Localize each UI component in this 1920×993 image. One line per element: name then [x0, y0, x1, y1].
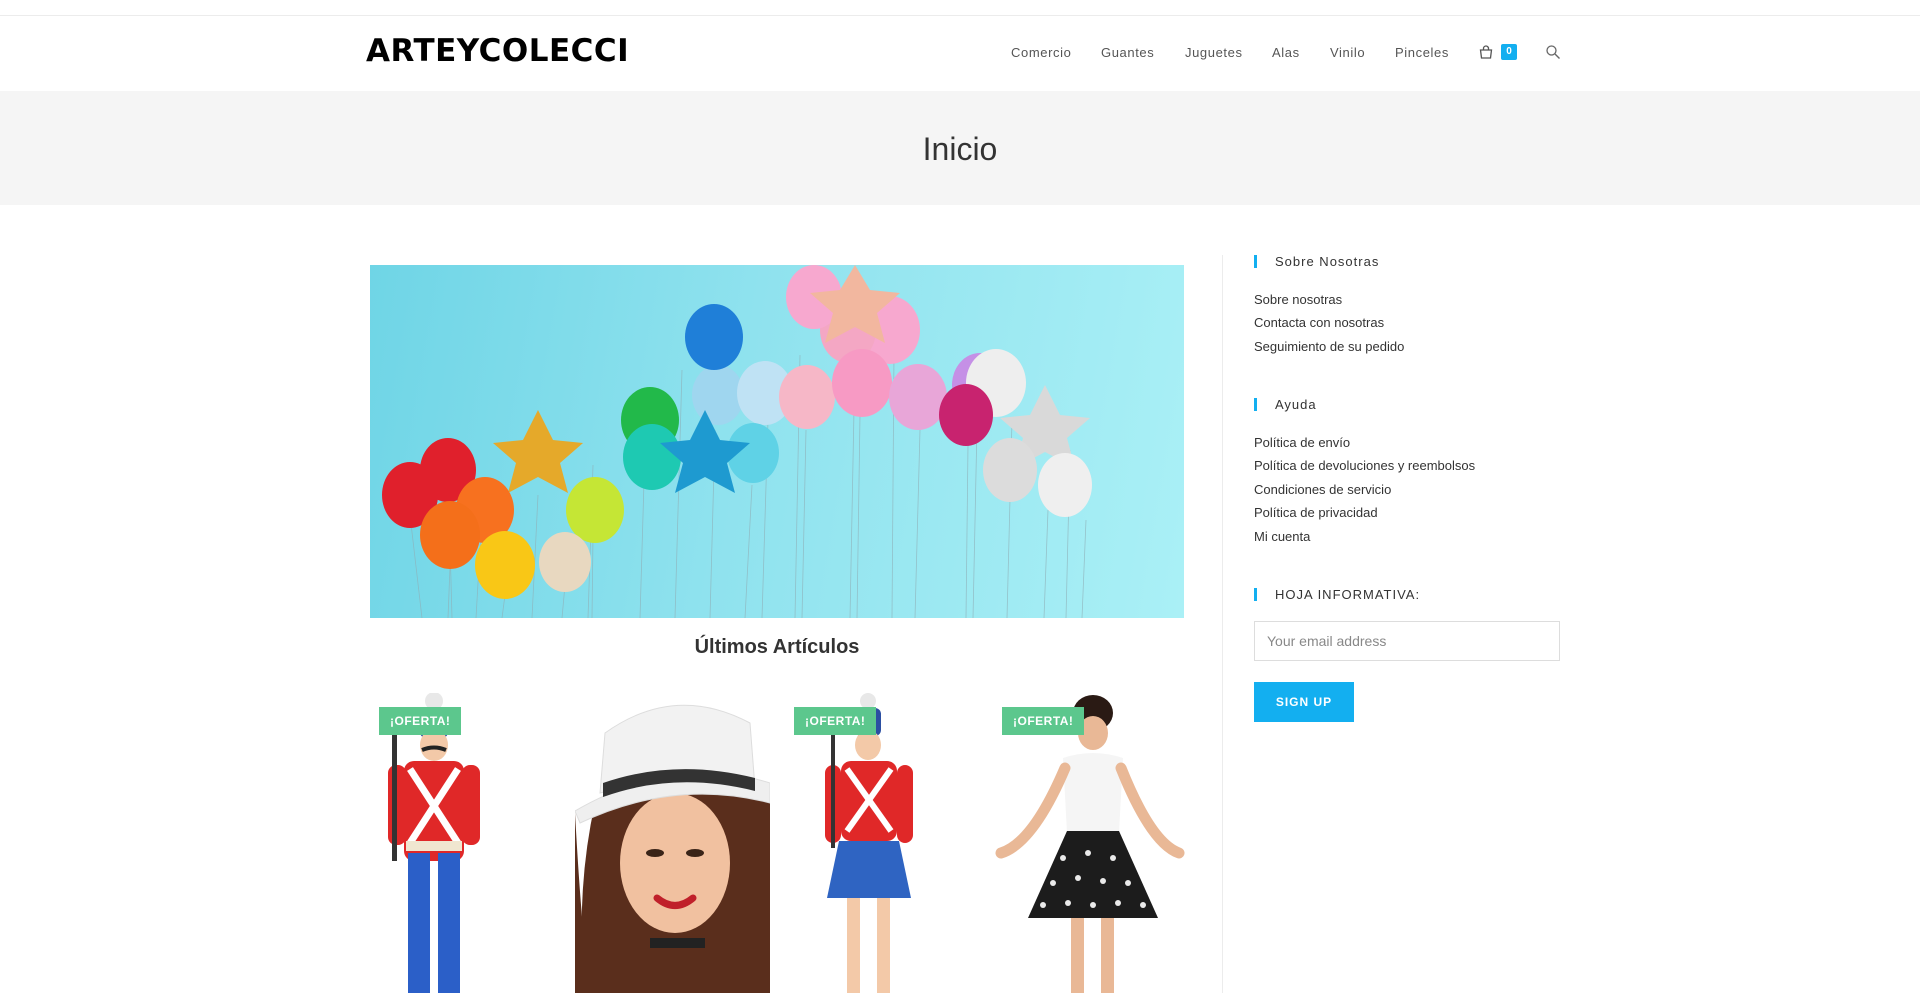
page-title: Inicio: [922, 131, 998, 167]
latest-articles-title: Últimos Artículos: [694, 636, 860, 658]
top-bar: [0, 0, 1920, 16]
sale-badge: ¡OFERTA!: [379, 707, 462, 735]
product-card[interactable]: ¡OFERTA!: [785, 693, 981, 993]
site-header: ARTEYCOLECCI Comercio Guantes Juguetes A…: [0, 16, 1920, 91]
product-image-white-fedora: [575, 693, 770, 993]
widget-title-newsletter: HOJA INFORMATIVA:: [1254, 588, 1420, 601]
hero-balloons-image: [370, 265, 1184, 618]
cart-count-badge: 0: [1501, 44, 1517, 60]
link-mi-cuenta[interactable]: Mi cuenta: [1254, 529, 1310, 544]
link-politica-envio[interactable]: Política de envío: [1254, 435, 1350, 450]
product-card[interactable]: ¡OFERTA!: [993, 693, 1187, 993]
link-politica-privacidad[interactable]: Política de privacidad: [1254, 505, 1378, 520]
sale-badge: ¡OFERTA!: [1002, 707, 1085, 735]
nav-item-juguetes[interactable]: Juguetes: [1185, 45, 1243, 60]
search-icon[interactable]: [1545, 44, 1561, 60]
link-politica-devoluciones[interactable]: Política de devoluciones y reembolsos: [1254, 458, 1475, 473]
link-sobre-nosotras[interactable]: Sobre nosotras: [1254, 292, 1342, 307]
product-image-polka-dot-dress: [995, 695, 1185, 993]
link-seguimiento-pedido[interactable]: Seguimiento de su pedido: [1254, 339, 1404, 354]
product-card[interactable]: [575, 693, 770, 993]
widget-title-about: Sobre Nosotras: [1254, 255, 1379, 268]
sidebar-divider: [1222, 255, 1223, 993]
product-image-toy-soldier-woman: [825, 693, 913, 993]
cart-button[interactable]: 0: [1478, 43, 1518, 63]
link-condiciones-servicio[interactable]: Condiciones de servicio: [1254, 482, 1391, 497]
link-contacta[interactable]: Contacta con nosotras: [1254, 315, 1384, 330]
nav-item-pinceles[interactable]: Pinceles: [1395, 45, 1449, 60]
shopping-bag-icon: [1479, 45, 1493, 59]
product-image-toy-soldier-man: [388, 693, 480, 993]
sale-badge: ¡OFERTA!: [794, 707, 877, 735]
widget-title-help: Ayuda: [1254, 398, 1317, 411]
balloons-illustration: [382, 265, 1092, 618]
main-nav: Comercio Guantes Juguetes Alas Vinilo Pi…: [0, 16, 1920, 91]
product-card[interactable]: ¡OFERTA!: [370, 693, 566, 993]
sign-up-button[interactable]: SIGN UP: [1254, 682, 1354, 722]
nav-item-comercio[interactable]: Comercio: [1011, 45, 1071, 60]
newsletter-email-input[interactable]: [1254, 621, 1560, 661]
nav-item-alas[interactable]: Alas: [1272, 45, 1300, 60]
nav-item-guantes[interactable]: Guantes: [1101, 45, 1154, 60]
page-header: Inicio: [0, 91, 1920, 205]
nav-item-vinilo[interactable]: Vinilo: [1330, 45, 1365, 60]
